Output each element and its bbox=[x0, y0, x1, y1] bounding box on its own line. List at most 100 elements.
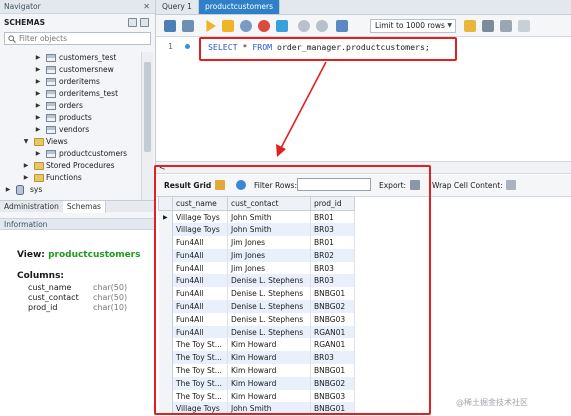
tree-item[interactable]: ▶ Stored Procedures bbox=[0, 160, 140, 172]
schema-tree: ▶ customers_test ▶ customersnew ▶ orderitems ▶… bbox=[0, 52, 140, 200]
collapse-icon[interactable] bbox=[140, 18, 149, 27]
tree-item-label: Functions bbox=[46, 173, 82, 182]
view-prefix: View: bbox=[17, 250, 45, 260]
chevron-right-icon[interactable]: ▶ bbox=[34, 52, 42, 64]
chevron-right-icon[interactable]: ▶ bbox=[34, 88, 42, 100]
chevron-right-icon[interactable]: ▶ bbox=[34, 64, 42, 76]
tree-item[interactable]: ▶ customers_test bbox=[0, 52, 140, 64]
chevron-right-icon[interactable]: ▶ bbox=[34, 76, 42, 88]
table-icon bbox=[46, 66, 56, 74]
tree-item-label: customers_test bbox=[59, 53, 117, 62]
chevron-right-icon[interactable]: ▶ bbox=[34, 100, 42, 112]
watermark: @稀土掘金技术社区 bbox=[456, 398, 528, 407]
stop-icon[interactable] bbox=[258, 20, 270, 32]
tree-item[interactable]: ▶ customersnew bbox=[0, 64, 140, 76]
column-info-row: cust_name char(50) bbox=[28, 283, 127, 292]
execute-icon[interactable] bbox=[206, 20, 216, 32]
tree-item-label: orders bbox=[59, 101, 83, 110]
table-icon bbox=[46, 102, 56, 110]
column-name: cust_contact bbox=[28, 293, 79, 302]
table-icon bbox=[46, 90, 56, 98]
limit-rows-select[interactable]: Limit to 1000 rows ▼ bbox=[370, 19, 456, 33]
column-info-row: cust_contact char(50) bbox=[28, 293, 127, 302]
columns-heading: Columns: bbox=[17, 271, 65, 281]
tree-item[interactable]: ▶ products bbox=[0, 112, 140, 124]
toggle-continue-icon[interactable] bbox=[276, 20, 288, 32]
navigator-title-bar: Navigator ✕ bbox=[0, 0, 155, 14]
tree-item[interactable]: ▶ Functions bbox=[0, 172, 140, 184]
database-icon bbox=[16, 185, 24, 195]
tree-item[interactable]: ▶ vendors bbox=[0, 124, 140, 136]
close-icon[interactable]: ✕ bbox=[143, 0, 150, 14]
tree-item[interactable]: ▶ sys bbox=[0, 184, 140, 196]
tree-item-label: customersnew bbox=[59, 65, 114, 74]
tab-productcustomers[interactable]: productcustomers bbox=[198, 0, 281, 14]
search-icon bbox=[8, 34, 16, 43]
wrap-lines-icon[interactable] bbox=[518, 20, 530, 32]
sql-highlight-box bbox=[199, 37, 457, 61]
tab-query-1[interactable]: Query 1 bbox=[156, 0, 199, 14]
table-icon bbox=[46, 126, 56, 134]
find-icon[interactable] bbox=[482, 20, 494, 32]
line-gutter: 1 bbox=[156, 37, 196, 155]
wrap-cell-icon[interactable] bbox=[506, 180, 516, 190]
information-panel: View: productcustomers Columns: cust_nam… bbox=[0, 230, 156, 416]
refresh-icon[interactable] bbox=[128, 18, 137, 27]
chevron-right-icon[interactable]: ▶ bbox=[34, 112, 42, 124]
tree-item[interactable]: ▶ orderitems_test bbox=[0, 88, 140, 100]
workbench-window: Navigator ✕ SCHEMAS ▶ customers_test ▶ cust… bbox=[0, 0, 571, 416]
tree-item-label: Views bbox=[46, 137, 68, 146]
navigator-tabs: Administration Schemas bbox=[0, 200, 156, 213]
explain-icon[interactable] bbox=[240, 20, 252, 32]
chevron-right-icon[interactable]: ▶ bbox=[22, 172, 30, 184]
tab-schemas[interactable]: Schemas bbox=[62, 201, 106, 213]
column-type: char(50) bbox=[93, 293, 128, 302]
column-name: prod_id bbox=[28, 303, 58, 312]
line-number: 1 bbox=[168, 42, 173, 51]
tree-item-label: Stored Procedures bbox=[46, 161, 115, 170]
view-name: productcustomers bbox=[48, 250, 141, 260]
chevron-right-icon[interactable]: ▶ bbox=[22, 160, 30, 172]
editor-tabbar: Query 1 productcustomers bbox=[156, 0, 571, 15]
beautify-icon[interactable] bbox=[464, 20, 476, 32]
tree-item[interactable]: ▶ orderitems bbox=[0, 76, 140, 88]
tree-item[interactable]: ▶ orders bbox=[0, 100, 140, 112]
column-type: char(10) bbox=[93, 303, 128, 312]
editor-toolbar: Limit to 1000 rows ▼ bbox=[156, 15, 571, 37]
chevron-down-icon[interactable]: ▼ bbox=[22, 136, 30, 148]
scrollbar-thumb[interactable] bbox=[144, 62, 151, 152]
save-icon[interactable] bbox=[182, 20, 194, 32]
limit-rows-label: Limit to 1000 rows bbox=[375, 21, 445, 30]
chevron-right-icon[interactable]: ▶ bbox=[34, 124, 42, 136]
execute-current-icon[interactable] bbox=[222, 20, 234, 32]
folder-icon bbox=[34, 174, 44, 182]
tree-item[interactable]: ▶ productcustomers bbox=[0, 148, 140, 160]
navigator-panel: Navigator ✕ SCHEMAS ▶ customers_test ▶ cust… bbox=[0, 0, 156, 416]
tree-item-label: orderitems_test bbox=[59, 89, 119, 98]
chevron-right-icon[interactable]: ▶ bbox=[4, 184, 12, 196]
chevron-right-icon[interactable]: ▶ bbox=[34, 148, 42, 160]
autocommit-icon[interactable] bbox=[336, 20, 348, 32]
result-highlight-box bbox=[154, 165, 431, 415]
information-title: Information bbox=[0, 218, 156, 230]
invisible-chars-icon[interactable] bbox=[500, 20, 512, 32]
chevron-down-icon: ▼ bbox=[447, 22, 452, 29]
folder-icon bbox=[34, 162, 44, 170]
tree-scrollbar[interactable] bbox=[141, 52, 153, 200]
rollback-icon[interactable] bbox=[316, 20, 328, 32]
commit-icon[interactable] bbox=[298, 20, 310, 32]
tab-administration[interactable]: Administration bbox=[0, 201, 63, 213]
filter-objects-input[interactable] bbox=[19, 34, 139, 43]
tree-item[interactable]: ▼ Views bbox=[0, 136, 140, 148]
schemas-label: SCHEMAS bbox=[4, 18, 45, 27]
view-icon bbox=[46, 150, 56, 158]
tree-item-label: products bbox=[59, 113, 92, 122]
filter-objects-field[interactable] bbox=[4, 32, 151, 45]
tree-item-label: sys bbox=[30, 185, 43, 194]
navigator-title: Navigator bbox=[4, 2, 41, 11]
table-icon bbox=[46, 54, 56, 62]
column-info-row: prod_id char(10) bbox=[28, 303, 127, 312]
tree-item-label: productcustomers bbox=[59, 149, 128, 158]
open-file-icon[interactable] bbox=[164, 20, 176, 32]
view-info: View: productcustomers bbox=[17, 250, 140, 260]
